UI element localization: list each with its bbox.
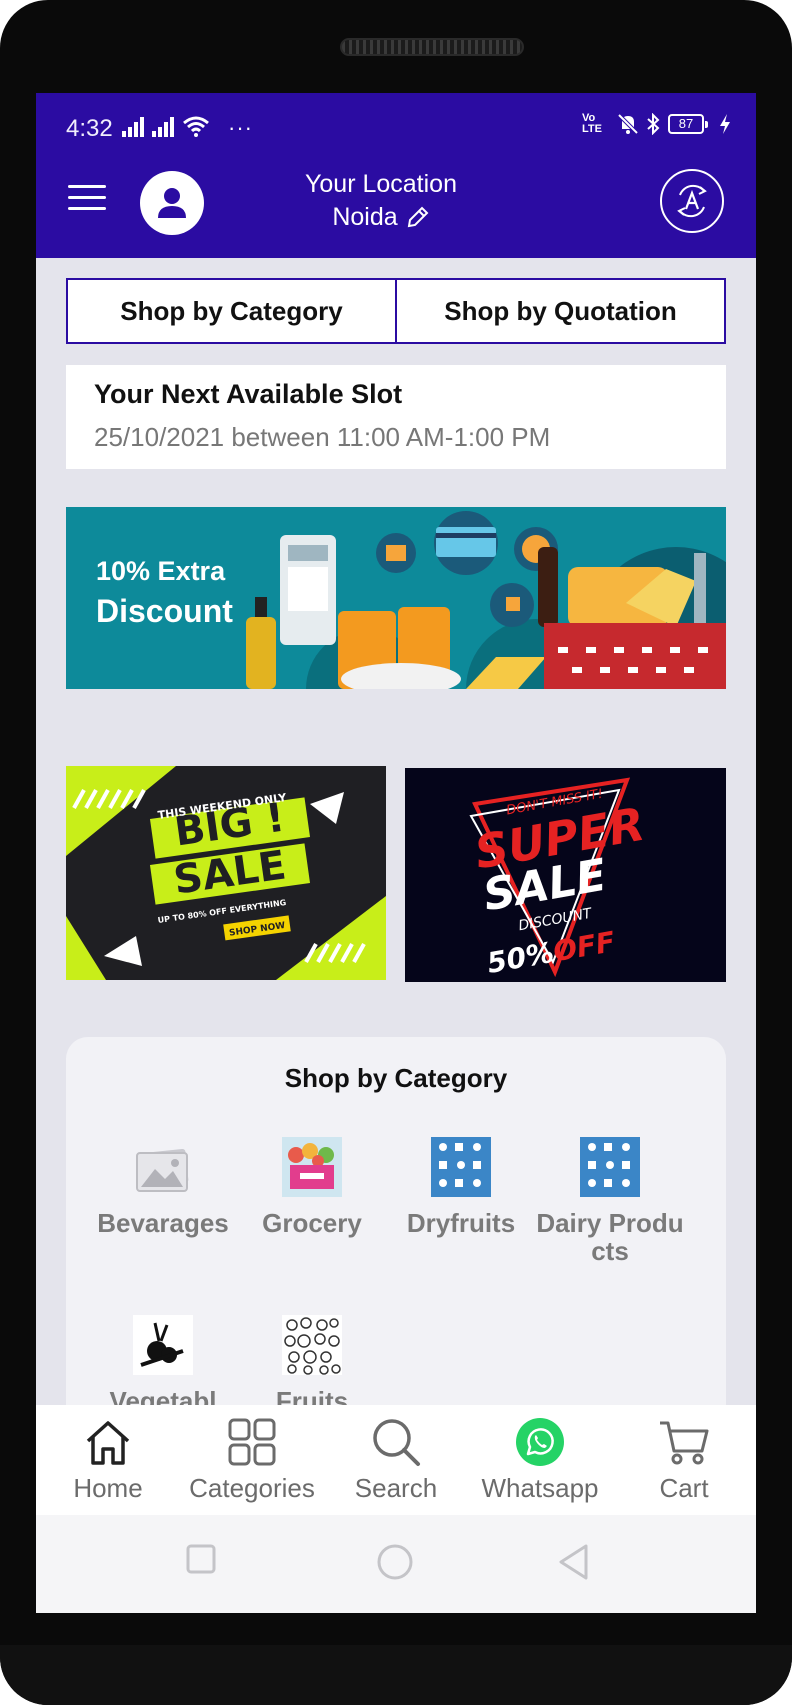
- nav-label: Cart: [659, 1473, 709, 1503]
- nav-cart[interactable]: Cart: [612, 1415, 756, 1504]
- shop-by-category-section: Shop by Category Bevarages Grocery Dryfr…: [66, 1037, 726, 1457]
- category-label: Bevarages: [97, 1208, 229, 1238]
- grocery-thumbnail: [282, 1137, 342, 1197]
- dryfruits-thumbnail: [431, 1137, 491, 1197]
- search-icon: [373, 1419, 420, 1466]
- tab-shop-by-quotation[interactable]: Shop by Quotation: [395, 280, 724, 342]
- home-circle-icon[interactable]: [376, 1543, 414, 1581]
- app-screen: 4:32 ··· Vo LTE 87 Your Location Noida S…: [36, 93, 756, 1613]
- system-navigation-bar: [36, 1515, 756, 1613]
- battery-icon: 87: [668, 114, 708, 134]
- charging-icon: [720, 114, 730, 134]
- grid-icon: [228, 1418, 276, 1466]
- app-header: 4:32 ··· Vo LTE 87 Your Location Noida: [36, 93, 756, 258]
- location-city: Noida: [332, 203, 398, 231]
- bluetooth-icon: [647, 113, 660, 135]
- tab-shop-by-category[interactable]: Shop by Category: [68, 280, 395, 342]
- edit-pencil-icon[interactable]: [406, 205, 430, 229]
- phone-frame: 4:32 ··· Vo LTE 87 Your Location Noida S…: [0, 0, 792, 1705]
- category-grocery[interactable]: Grocery: [237, 1137, 387, 1237]
- category-label: Grocery: [262, 1208, 362, 1238]
- bottom-navigation: Home Categories Search Whatsapp Cart: [36, 1405, 756, 1515]
- category-label: Dryfruits: [406, 1208, 516, 1238]
- shop-mode-tabs: Shop by Category Shop by Quotation: [66, 278, 726, 344]
- cart-icon: [660, 1421, 709, 1465]
- location-label: Your Location: [305, 170, 457, 198]
- whatsapp-icon: [516, 1418, 564, 1466]
- nav-label: Home: [73, 1473, 143, 1503]
- big-sale-art: BIG ! SALE THIS WEEKEND ONLY UP TO 80% O…: [66, 766, 386, 980]
- recent-apps-icon[interactable]: [186, 1543, 216, 1575]
- phone-speaker: [340, 38, 524, 56]
- nav-label: Categories: [189, 1473, 315, 1503]
- super-sale-art: DON'T MISS IT! SUPER SALE DISCOUNT 50%OF…: [405, 768, 726, 982]
- next-slot-card: Your Next Available Slot 25/10/2021 betw…: [66, 365, 726, 469]
- home-icon: [86, 1421, 130, 1465]
- user-icon: [158, 188, 186, 218]
- slot-value: 25/10/2021 between 11:00 AM-1:00 PM: [94, 422, 551, 452]
- vegetables-thumbnail: [133, 1315, 193, 1375]
- status-left-icons: ···: [122, 115, 253, 140]
- discount-line-1: 10% Extra: [96, 556, 226, 586]
- profile-avatar[interactable]: [140, 171, 204, 235]
- category-vegetables[interactable]: Vegetabl: [88, 1315, 238, 1415]
- super-sale-banner[interactable]: DON'T MISS IT! SUPER SALE DISCOUNT 50%OF…: [405, 768, 726, 982]
- discount-banner-text: 10% Extra Discount: [96, 551, 233, 631]
- category-label: Dairy Products: [536, 1208, 684, 1266]
- discount-line-2: Discount: [96, 593, 233, 629]
- category-dairy-products[interactable]: Dairy Products: [535, 1137, 685, 1265]
- mute-icon: [618, 113, 638, 135]
- location-selector[interactable]: Your Location Noida: [236, 168, 526, 234]
- phone-bottom-bezel: [0, 1645, 792, 1705]
- nav-label: Search: [354, 1473, 438, 1503]
- volte-icon: Vo LTE: [582, 112, 602, 135]
- status-time: 4:32: [66, 115, 113, 142]
- back-icon[interactable]: [556, 1543, 590, 1581]
- category-bevarages[interactable]: Bevarages: [88, 1137, 238, 1237]
- slot-title: Your Next Available Slot: [94, 379, 403, 409]
- language-translate-button[interactable]: [660, 169, 724, 233]
- dairy-thumbnail: [580, 1137, 640, 1197]
- nav-whatsapp[interactable]: Whatsapp: [468, 1415, 612, 1504]
- more-status-icon: ···: [228, 115, 253, 140]
- signal-icon-2: [152, 117, 174, 137]
- nav-home[interactable]: Home: [36, 1415, 180, 1504]
- status-bar: 4:32 ··· Vo LTE 87: [36, 93, 756, 163]
- wifi-icon: [183, 116, 209, 137]
- nav-categories[interactable]: Categories: [180, 1415, 324, 1504]
- fruits-thumbnail: [282, 1315, 342, 1375]
- discount-banner[interactable]: 10% Extra Discount: [66, 507, 726, 689]
- nav-search[interactable]: Search: [324, 1415, 468, 1504]
- category-dryfruits[interactable]: Dryfruits: [386, 1137, 536, 1237]
- phone-top-bezel: [36, 0, 756, 93]
- signal-icon: [122, 117, 144, 137]
- menu-button[interactable]: [68, 185, 106, 215]
- image-placeholder-icon: [133, 1137, 193, 1197]
- big-sale-banner[interactable]: BIG ! SALE THIS WEEKEND ONLY UP TO 80% O…: [66, 766, 386, 980]
- category-fruits[interactable]: Fruits: [237, 1315, 387, 1415]
- category-section-title: Shop by Category: [284, 1063, 508, 1093]
- status-right-icons: Vo LTE 87: [582, 113, 732, 135]
- location-city-row: Noida: [332, 200, 429, 234]
- nav-label: Whatsapp: [481, 1473, 599, 1503]
- translate-icon: [677, 184, 707, 218]
